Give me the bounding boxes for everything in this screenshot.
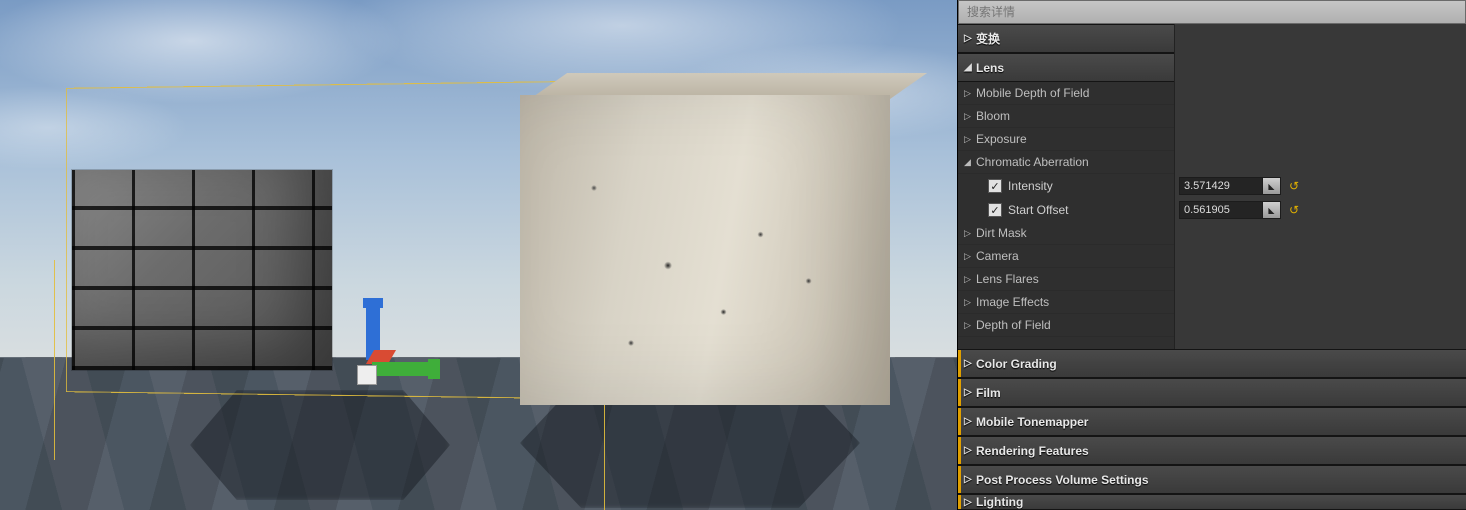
spacer	[1175, 53, 1466, 82]
intensity-input[interactable]	[1180, 178, 1262, 194]
volume-edge	[54, 260, 55, 460]
section-lighting[interactable]: ▷ Lighting	[958, 494, 1466, 510]
section-rendering-features[interactable]: ▷ Rendering Features	[958, 436, 1466, 465]
section-label: Film	[976, 386, 1001, 400]
reset-to-default-icon[interactable]: ↺	[1287, 203, 1301, 217]
row-camera[interactable]: ▷ Camera	[958, 245, 1174, 268]
expand-icon: ▷	[964, 134, 976, 145]
row-label: Image Effects	[976, 295, 1049, 309]
gizmo-origin-icon[interactable]	[358, 366, 376, 384]
row-label: Lens Flares	[976, 272, 1039, 286]
intensity-spinner[interactable]: ◣	[1179, 177, 1281, 195]
expand-icon: ▷	[964, 111, 976, 122]
collapse-icon: ◢	[964, 157, 976, 168]
row-label: Depth of Field	[976, 318, 1051, 332]
section-label: 变换	[976, 30, 1000, 47]
section-mobile-tonemapper[interactable]: ▷ Mobile Tonemapper	[958, 407, 1466, 436]
row-chromatic-aberration[interactable]: ◢ Chromatic Aberration	[958, 151, 1174, 174]
row-image-effects[interactable]: ▷ Image Effects	[958, 291, 1174, 314]
row-lens-flares[interactable]: ▷ Lens Flares	[958, 268, 1174, 291]
property-tree: ▷ 变换 ◢ Lens ▷ Mobile Depth of Field ▷	[958, 24, 1174, 349]
cube-face	[72, 170, 332, 370]
row-label: Bloom	[976, 109, 1010, 123]
section-lens[interactable]: ◢ Lens	[958, 53, 1174, 82]
value-start-offset: ◣ ↺	[1175, 198, 1466, 222]
concrete-cube-mesh[interactable]	[520, 95, 890, 405]
row-label: Mobile Depth of Field	[976, 86, 1089, 100]
spacer	[1175, 82, 1466, 174]
expand-icon: ▷	[964, 228, 976, 239]
details-panel: ▷ 变换 ◢ Lens ▷ Mobile Depth of Field ▷	[957, 0, 1466, 510]
prop-label-text: Start Offset	[1008, 203, 1068, 217]
start-offset-spinner[interactable]: ◣	[1179, 201, 1281, 219]
spinner-button-icon[interactable]: ◣	[1262, 202, 1280, 218]
lens-children-2: ▷ Dirt Mask ▷ Camera ▷ Lens Flares ▷	[958, 222, 1174, 337]
row-mobile-dof[interactable]: ▷ Mobile Depth of Field	[958, 82, 1174, 105]
gizmo-axis-y-icon[interactable]	[372, 362, 438, 376]
row-label: Chromatic Aberration	[976, 155, 1089, 169]
section-transform[interactable]: ▷ 变换	[958, 24, 1174, 53]
section-film[interactable]: ▷ Film	[958, 378, 1466, 407]
section-label: Lighting	[976, 495, 1023, 509]
expand-icon: ▷	[964, 274, 976, 285]
section-label: Color Grading	[976, 357, 1057, 371]
search-row	[958, 0, 1466, 24]
section-label: Rendering Features	[976, 444, 1089, 458]
value-intensity: ◣ ↺	[1175, 174, 1466, 198]
translate-gizmo[interactable]	[356, 304, 446, 394]
row-exposure[interactable]: ▷ Exposure	[958, 128, 1174, 151]
override-checkbox[interactable]: ✓	[988, 179, 1002, 193]
expand-icon: ▷	[964, 320, 976, 331]
app-root: ▷ 变换 ◢ Lens ▷ Mobile Depth of Field ▷	[0, 0, 1466, 510]
viewport-3d[interactable]	[0, 0, 957, 510]
cube-shadow	[190, 390, 450, 500]
section-color-grading[interactable]: ▷ Color Grading	[958, 349, 1466, 378]
row-label: Dirt Mask	[976, 226, 1027, 240]
section-label: Mobile Tonemapper	[976, 415, 1088, 429]
prop-label-text: Intensity	[1008, 179, 1053, 193]
expand-icon: ▷	[964, 358, 974, 369]
row-dirt-mask[interactable]: ▷ Dirt Mask	[958, 222, 1174, 245]
lens-children: ▷ Mobile Depth of Field ▷ Bloom ▷ Exposu…	[958, 82, 1174, 174]
spacer	[1175, 24, 1466, 53]
search-input[interactable]	[959, 1, 1465, 23]
expand-icon: ▷	[964, 33, 974, 44]
expand-icon: ▷	[964, 474, 974, 485]
spacer	[958, 337, 1174, 349]
collapse-icon: ◢	[964, 62, 974, 73]
row-depth-of-field[interactable]: ▷ Depth of Field	[958, 314, 1174, 337]
section-post-process-volume-settings[interactable]: ▷ Post Process Volume Settings	[958, 465, 1466, 494]
section-label: Post Process Volume Settings	[976, 473, 1149, 487]
brick-cube-mesh[interactable]	[72, 170, 332, 370]
spinner-button-icon[interactable]: ◣	[1262, 178, 1280, 194]
expand-icon: ▷	[964, 88, 976, 99]
property-values: ◣ ↺ ◣ ↺	[1174, 24, 1466, 349]
row-label: Exposure	[976, 132, 1027, 146]
expand-icon: ▷	[964, 387, 974, 398]
expand-icon: ▷	[964, 445, 974, 456]
reset-to-default-icon[interactable]: ↺	[1287, 179, 1301, 193]
row-label: Camera	[976, 249, 1019, 263]
row-bloom[interactable]: ▷ Bloom	[958, 105, 1174, 128]
prop-intensity: ✓ Intensity	[958, 174, 1174, 198]
cube-face	[520, 95, 890, 405]
expand-icon: ▷	[964, 251, 976, 262]
volume-edge	[604, 395, 605, 510]
expand-icon: ▷	[964, 297, 976, 308]
collapsed-sections: ▷ Color Grading ▷ Film ▷ Mobile Tonemapp…	[958, 349, 1466, 510]
start-offset-input[interactable]	[1180, 202, 1262, 218]
override-checkbox[interactable]: ✓	[988, 203, 1002, 217]
prop-start-offset: ✓ Start Offset	[958, 198, 1174, 222]
expand-icon: ▷	[964, 497, 974, 508]
section-label: Lens	[976, 61, 1004, 75]
expand-icon: ▷	[964, 416, 974, 427]
